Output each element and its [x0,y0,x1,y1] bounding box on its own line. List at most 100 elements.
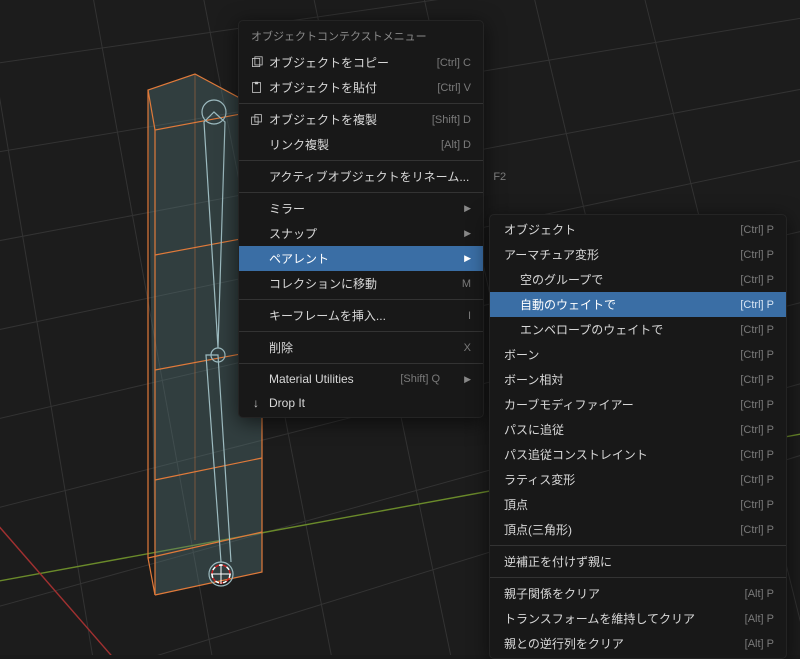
submenu-vertex-tri[interactable]: 頂点(三角形) [Ctrl] P [490,517,786,542]
menu-label: ラティス変形 [504,471,716,488]
menu-label: オブジェクトを貼付 [269,79,413,96]
menu-shortcut: [Ctrl] P [740,524,774,536]
menu-label: 削除 [269,339,440,356]
menu-shortcut: X [464,342,471,354]
menu-rename[interactable]: アクティブオブジェクトをリネーム... F2 [239,164,483,189]
menu-shortcut: [Ctrl] P [740,374,774,386]
menu-shortcut: [Ctrl] P [740,424,774,436]
menu-label: 頂点(三角形) [504,521,716,538]
submenu-lattice[interactable]: ラティス変形 [Ctrl] P [490,467,786,492]
menu-label: 逆補正を付けず親に [504,553,774,570]
menu-move-collection[interactable]: コレクションに移動 M [239,271,483,296]
submenu-armature-deform[interactable]: アーマチュア変形 [Ctrl] P [490,242,786,267]
submenu-path-constraint[interactable]: パス追従コンストレイント [Ctrl] P [490,442,786,467]
menu-shortcut: [Ctrl] P [740,474,774,486]
menu-shortcut: [Ctrl] P [740,349,774,361]
menu-separator [239,192,483,193]
submenu-object[interactable]: オブジェクト [Ctrl] P [490,217,786,242]
submenu-clear-parent[interactable]: 親子関係をクリア [Alt] P [490,581,786,606]
menu-label: オブジェクト [504,221,716,238]
submenu-bone[interactable]: ボーン [Ctrl] P [490,342,786,367]
submenu-no-inverse[interactable]: 逆補正を付けず親に [490,549,786,574]
menu-mirror[interactable]: ミラー ▶ [239,196,483,221]
parent-submenu: オブジェクト [Ctrl] P アーマチュア変形 [Ctrl] P 空のグループ… [489,214,787,659]
menu-link-duplicate[interactable]: リンク複製 [Alt] D [239,132,483,157]
submenu-clear-inverse[interactable]: 親との逆行列をクリア [Alt] P [490,631,786,656]
context-menu-title: オブジェクトコンテクストメニュー [239,23,483,50]
menu-label: ボーン相対 [504,371,716,388]
menu-label: アクティブオブジェクトをリネーム... [269,168,469,185]
menu-parent[interactable]: ペアレント ▶ [239,246,483,271]
menu-shortcut: F2 [493,171,506,183]
submenu-auto-weights[interactable]: 自動のウェイトで [Ctrl] P [490,292,786,317]
menu-shortcut: [Alt] P [745,638,774,650]
menu-shortcut: [Alt] D [441,139,471,151]
menu-separator [239,103,483,104]
menu-label: リンク複製 [269,136,417,153]
submenu-arrow-icon: ▶ [464,253,471,264]
menu-label: キーフレームを挿入... [269,307,444,324]
down-arrow-icon: ↓ [247,395,265,411]
submenu-bone-relative[interactable]: ボーン相対 [Ctrl] P [490,367,786,392]
menu-label: 親との逆行列をクリア [504,635,721,652]
menu-label: 自動のウェイトで [520,296,716,313]
submenu-arrow-icon: ▶ [464,228,471,239]
menu-shortcut: [Ctrl] V [437,82,471,94]
menu-label: ミラー [269,200,440,217]
submenu-arrow-icon: ▶ [464,203,471,214]
menu-label: パスに追従 [504,421,716,438]
menu-shortcut: I [468,310,471,322]
submenu-follow-path[interactable]: パスに追従 [Ctrl] P [490,417,786,442]
x-axis [0,470,150,655]
object-context-menu: オブジェクトコンテクストメニュー オブジェクトをコピー [Ctrl] C オブジ… [238,20,484,418]
menu-label: 頂点 [504,496,716,513]
menu-delete[interactable]: 削除 X [239,335,483,360]
menu-separator [490,577,786,578]
submenu-envelope-weights[interactable]: エンベロープのウェイトで [Ctrl] P [490,317,786,342]
menu-label: コレクションに移動 [269,275,438,292]
menu-material-utilities[interactable]: Material Utilities [Shift] Q ▶ [239,367,483,391]
submenu-vertex[interactable]: 頂点 [Ctrl] P [490,492,786,517]
menu-shortcut: [Ctrl] P [740,299,774,311]
duplicate-icon [247,112,265,128]
menu-label: パス追従コンストレイント [504,446,716,463]
menu-insert-keyframe[interactable]: キーフレームを挿入... I [239,303,483,328]
menu-shortcut: [Ctrl] P [740,324,774,336]
submenu-arrow-icon: ▶ [464,374,471,385]
menu-duplicate[interactable]: オブジェクトを複製 [Shift] D [239,107,483,132]
menu-label: オブジェクトをコピー [269,54,413,71]
menu-label: オブジェクトを複製 [269,111,408,128]
menu-label: ペアレント [269,250,440,267]
submenu-curve-modifier[interactable]: カーブモディファイアー [Ctrl] P [490,392,786,417]
menu-drop-it[interactable]: ↓ Drop It [239,391,483,415]
menu-label: トランスフォームを維持してクリア [504,610,721,627]
menu-copy[interactable]: オブジェクトをコピー [Ctrl] C [239,50,483,75]
menu-label: 親子関係をクリア [504,585,721,602]
menu-shortcut: [Shift] Q [400,373,440,385]
menu-shortcut: [Ctrl] P [740,449,774,461]
submenu-clear-keep-transform[interactable]: トランスフォームを維持してクリア [Alt] P [490,606,786,631]
menu-shortcut: [Ctrl] P [740,274,774,286]
menu-separator [239,363,483,364]
menu-shortcut: [Alt] P [745,613,774,625]
menu-separator [239,299,483,300]
paste-icon [247,80,265,96]
menu-label: Drop It [269,396,471,410]
menu-label: カーブモディファイアー [504,396,716,413]
menu-snap[interactable]: スナップ ▶ [239,221,483,246]
copy-icon [247,55,265,71]
menu-shortcut: [Alt] P [745,588,774,600]
menu-label: Material Utilities [269,372,376,386]
menu-separator [239,160,483,161]
menu-shortcut: M [462,278,471,290]
menu-shortcut: [Ctrl] P [740,224,774,236]
menu-shortcut: [Shift] D [432,114,471,126]
submenu-empty-groups[interactable]: 空のグループで [Ctrl] P [490,267,786,292]
menu-separator [490,545,786,546]
menu-separator [239,331,483,332]
menu-label: スナップ [269,225,440,242]
menu-label: エンベロープのウェイトで [520,321,716,338]
menu-paste[interactable]: オブジェクトを貼付 [Ctrl] V [239,75,483,100]
menu-shortcut: [Ctrl] P [740,399,774,411]
menu-shortcut: [Ctrl] C [437,57,471,69]
